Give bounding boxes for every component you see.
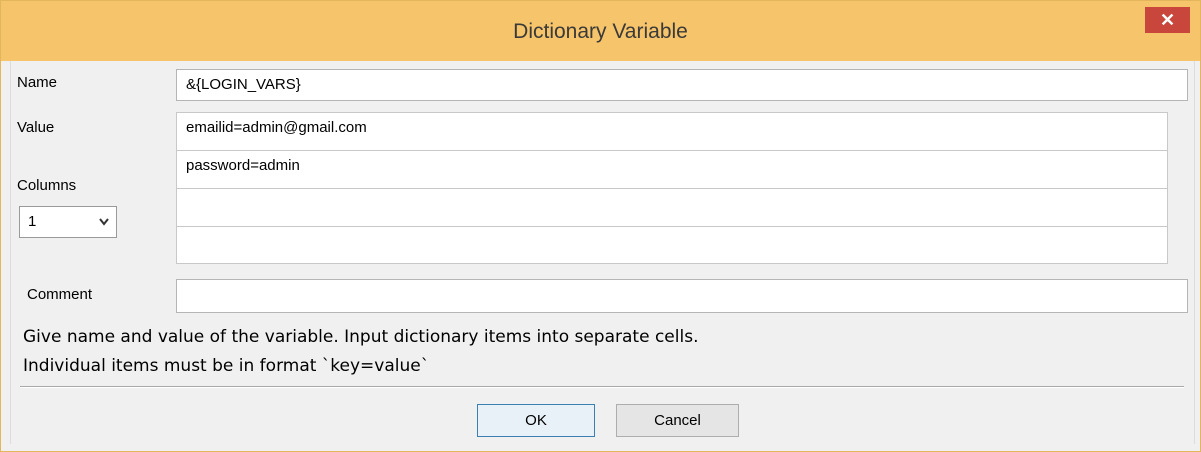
columns-label: Columns [17,177,77,194]
cancel-button[interactable]: Cancel [616,404,739,437]
value-cell-2-text: password=admin [186,157,300,174]
close-button[interactable]: ✕ [1145,7,1190,33]
columns-selected-value: 1 [28,213,37,230]
name-label: Name [17,74,58,91]
chevron-down-icon [98,211,110,234]
value-label: Value [17,119,55,136]
value-cell-1[interactable]: emailid=admin@gmail.com [177,113,1167,151]
help-text-line-1: Give name and value of the variable. Inp… [23,327,699,347]
comment-label: Comment [27,286,93,303]
close-icon: ✕ [1159,10,1176,30]
title-bar[interactable]: Dictionary Variable ✕ [1,1,1200,61]
value-cell-3[interactable] [177,189,1167,227]
ok-button[interactable]: OK [477,404,595,437]
dialog-body: Name &{LOGIN_VARS} Value emailid=admin@g… [10,61,1195,444]
window-title: Dictionary Variable [513,20,688,43]
divider [20,386,1184,388]
value-grid: emailid=admin@gmail.com password=admin [176,112,1168,264]
help-text-line-2: Individual items must be in format `key=… [23,356,430,376]
name-field[interactable]: &{LOGIN_VARS} [176,69,1188,101]
dialog-window: Dictionary Variable ✕ Name &{LOGIN_VARS}… [0,0,1201,452]
value-cell-2[interactable]: password=admin [177,151,1167,189]
comment-field[interactable] [176,279,1188,313]
columns-select[interactable]: 1 [19,206,117,238]
value-cell-4[interactable] [177,227,1167,265]
